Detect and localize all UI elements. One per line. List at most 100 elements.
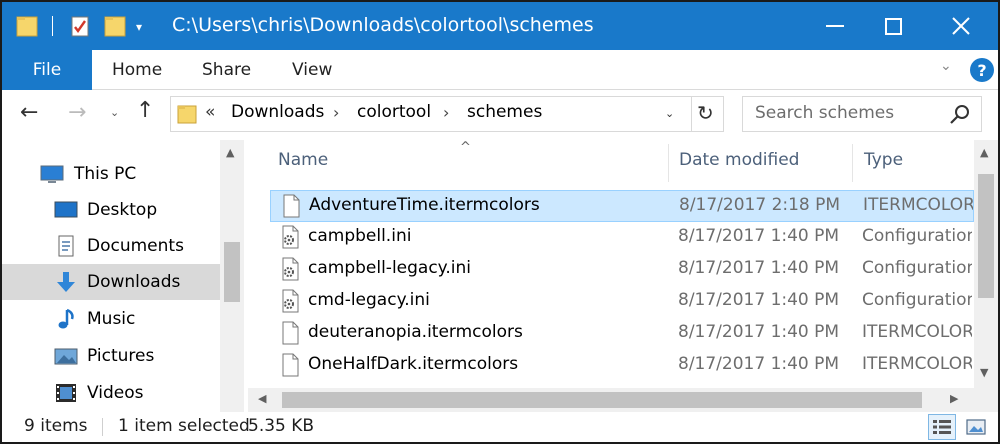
column-header-date-modified[interactable]: Date modified: [679, 150, 799, 170]
large-icons-view-button[interactable]: [962, 414, 990, 440]
nav-item-this-pc[interactable]: This PC: [2, 156, 220, 192]
file-row[interactable]: cmd-legacy.ini 8/17/2017 1:40 PM Configu…: [270, 286, 974, 318]
forward-arrow-icon[interactable]: →: [68, 100, 86, 125]
scrollbar-thumb[interactable]: [282, 392, 922, 408]
file-row[interactable]: AdventureTime.itermcolors 8/17/2017 2:18…: [270, 190, 974, 222]
file-date: 8/17/2017 1:40 PM: [678, 226, 840, 246]
file-date: 8/17/2017 1:40 PM: [678, 290, 840, 310]
file-date: 8/17/2017 1:40 PM: [678, 322, 840, 342]
details-view-button[interactable]: [928, 414, 956, 440]
column-header-name[interactable]: Name: [278, 150, 328, 170]
column-separator[interactable]: [668, 144, 669, 182]
file-list: ^ Name Date modified Type AdventureTime.…: [248, 140, 998, 412]
desktop-icon: [54, 201, 78, 218]
quick-access-separator: [52, 16, 53, 36]
scroll-down-icon[interactable]: ▼: [980, 366, 988, 379]
nav-item-downloads[interactable]: Downloads: [2, 264, 220, 300]
nav-item-desktop[interactable]: Desktop: [2, 192, 220, 228]
address-history-icon[interactable]: ⌄: [665, 107, 674, 120]
documents-icon: [58, 235, 74, 257]
details-view-icon: [933, 420, 951, 434]
navpane-scrollbar[interactable]: ▲: [220, 140, 244, 412]
breadcrumb-schemes[interactable]: schemes: [467, 102, 542, 122]
file-name: cmd-legacy.ini: [308, 290, 430, 310]
scroll-up-icon[interactable]: ▲: [226, 146, 234, 159]
computer-icon: [40, 165, 64, 183]
sort-ascending-icon: ^: [460, 140, 471, 155]
scrollbar-thumb[interactable]: [224, 242, 240, 302]
customize-toolbar-icon[interactable]: ▾: [136, 20, 142, 34]
minimize-icon: [826, 25, 844, 27]
nav-item-label: Desktop: [87, 200, 158, 220]
config-file-icon: [282, 257, 299, 281]
recent-locations-icon[interactable]: ⌄: [110, 106, 119, 119]
file-row[interactable]: campbell-legacy.ini 8/17/2017 1:40 PM Co…: [270, 254, 974, 286]
file-name: deuteranopia.itermcolors: [308, 322, 523, 342]
refresh-icon[interactable]: ↻: [697, 101, 714, 125]
folder-icon[interactable]: [16, 14, 38, 38]
new-folder-icon[interactable]: [104, 14, 126, 38]
download-arrow-icon: [57, 272, 75, 292]
status-selection: 1 item selected: [118, 416, 250, 436]
file-type: Configuration: [862, 258, 972, 278]
column-header-type[interactable]: Type: [864, 150, 903, 170]
file-row[interactable]: campbell.ini 8/17/2017 1:40 PM Configura…: [270, 222, 974, 254]
nav-item-label: Music: [87, 309, 136, 329]
minimize-button[interactable]: [806, 2, 864, 50]
config-file-icon: [282, 289, 299, 313]
folder-icon: [177, 105, 197, 124]
back-arrow-icon[interactable]: ←: [20, 100, 38, 125]
nav-item-label: Downloads: [87, 272, 181, 292]
address-bar[interactable]: « Downloads › colortool › schemes ⌄ ↻: [170, 96, 724, 132]
search-input[interactable]: Search schemes: [755, 103, 894, 123]
file-row[interactable]: OneHalfDark.itermcolors 8/17/2017 1:40 P…: [270, 350, 974, 382]
scroll-right-icon[interactable]: ▶: [950, 392, 958, 405]
close-icon: [952, 17, 970, 35]
search-icon[interactable]: [949, 103, 971, 125]
close-button[interactable]: [932, 2, 990, 50]
file-type: ITERMCOLORS: [863, 195, 973, 215]
tab-file[interactable]: File: [2, 50, 92, 90]
nav-item-music[interactable]: Music: [2, 301, 220, 337]
blank-file-icon: [282, 353, 299, 377]
explorer-window: ▾ C:\Users\chris\Downloads\colortool\sch…: [0, 0, 1000, 444]
title-bar: ▾ C:\Users\chris\Downloads\colortool\sch…: [2, 2, 998, 50]
filelist-vertical-scrollbar[interactable]: ▲ ▼: [974, 140, 998, 388]
nav-item-label: Documents: [87, 236, 184, 256]
tab-share[interactable]: Share: [202, 50, 251, 90]
filelist-horizontal-scrollbar[interactable]: ◀ ▶: [248, 388, 974, 412]
breadcrumb-colortool[interactable]: colortool: [357, 102, 431, 122]
config-file-icon: [282, 225, 299, 249]
scroll-left-icon[interactable]: ◀: [258, 392, 266, 405]
search-box[interactable]: Search schemes: [742, 96, 982, 132]
breadcrumb-separator[interactable]: ›: [333, 103, 339, 122]
scrollbar-thumb[interactable]: [978, 174, 994, 298]
film-icon: [56, 384, 76, 402]
breadcrumb-downloads[interactable]: Downloads: [231, 102, 324, 122]
nav-item-pictures[interactable]: Pictures: [2, 338, 220, 374]
status-separator: [102, 418, 103, 436]
file-date: 8/17/2017 1:40 PM: [678, 258, 840, 278]
maximize-button[interactable]: [864, 2, 922, 50]
breadcrumb-separator[interactable]: ›: [443, 103, 449, 122]
address-overflow[interactable]: «: [205, 102, 215, 122]
tab-view[interactable]: View: [292, 50, 332, 90]
tab-home[interactable]: Home: [112, 50, 162, 90]
file-row[interactable]: deuteranopia.itermcolors 8/17/2017 1:40 …: [270, 318, 974, 350]
up-arrow-icon[interactable]: ↑: [136, 98, 154, 123]
scroll-up-icon[interactable]: ▲: [980, 146, 988, 159]
file-name: OneHalfDark.itermcolors: [308, 354, 519, 374]
nav-item-videos[interactable]: Videos: [2, 375, 220, 411]
navigation-pane: This PC Desktop Documents Downloads Musi…: [2, 140, 244, 412]
status-bar: 9 items 1 item selected 5.35 KB: [2, 412, 998, 442]
help-icon[interactable]: ?: [970, 58, 994, 82]
ribbon-tabs: File Home Share View ⌄ ?: [2, 50, 998, 90]
file-type: ITERMCOLORS: [862, 354, 972, 374]
expand-ribbon-icon[interactable]: ⌄: [940, 58, 952, 74]
column-separator[interactable]: [852, 144, 853, 182]
nav-item-documents[interactable]: Documents: [2, 228, 220, 264]
properties-icon[interactable]: [70, 14, 90, 38]
status-item-count: 9 items: [24, 416, 88, 436]
large-icons-view-icon: [966, 419, 986, 435]
file-type: Configuration: [862, 226, 972, 246]
